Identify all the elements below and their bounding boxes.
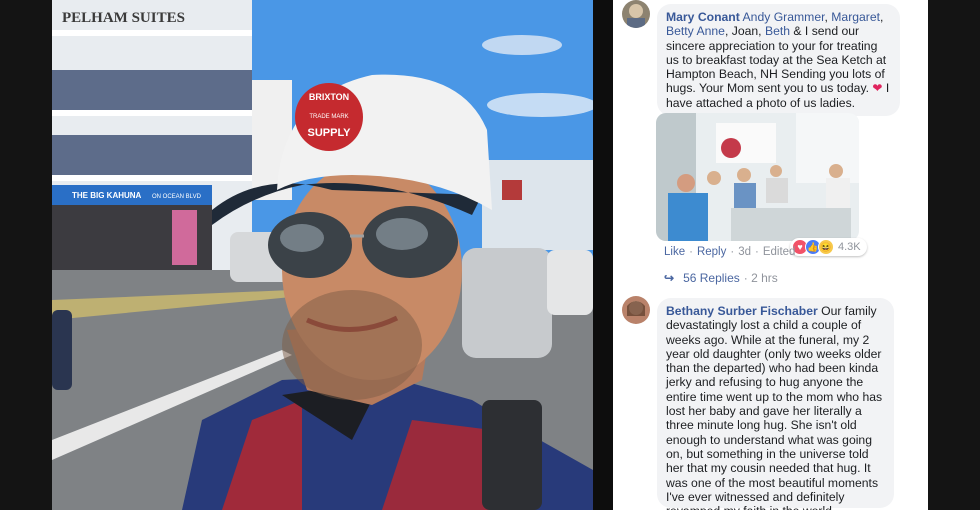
- cap-patch-mid-text: TRADE MARK: [309, 114, 348, 120]
- replies-time: · 2 hrs: [743, 271, 778, 285]
- comment-time[interactable]: 3d: [738, 246, 751, 258]
- shop-sign: THE BIG KAHUNA: [72, 191, 142, 200]
- heart-icon: ❤: [872, 81, 883, 96]
- tag-andy-grammer[interactable]: Andy Grammer: [743, 10, 825, 24]
- left-margin: [0, 0, 52, 510]
- divider: [593, 0, 613, 510]
- action-separator: ·: [730, 246, 735, 258]
- comments-panel: Mary Conant Andy Grammer, Margaret, Bett…: [613, 0, 928, 510]
- comment-sep-1: ,: [824, 10, 828, 24]
- shop-sign-2: ON OCEAN BLVD: [152, 194, 202, 200]
- haha-reaction-icon: 😆: [818, 239, 834, 255]
- comment-author-2[interactable]: Bethany Surber Fischaber: [666, 304, 818, 318]
- reply-link[interactable]: Reply: [697, 246, 726, 258]
- tag-margaret[interactable]: Margaret: [831, 10, 880, 24]
- comment-bubble-2: Bethany Surber Fischaber Our family deva…: [657, 298, 894, 510]
- comment-bubble-1: Mary Conant Andy Grammer, Margaret, Bett…: [657, 4, 900, 117]
- comment-sep-2: ,: [880, 10, 884, 24]
- post-photo[interactable]: BRIXTON TRADE MARK SUPPLY PELHAM SUITES …: [52, 0, 593, 510]
- replies-count: 56 Replies: [683, 271, 740, 285]
- reaction-count: 4.3K: [838, 241, 861, 253]
- avatar-mary-image: [622, 0, 650, 28]
- reactions-summary[interactable]: ♥ 👍 😆 4.3K: [790, 238, 867, 256]
- right-margin: [928, 0, 980, 510]
- selfie-illustration: BRIXTON TRADE MARK SUPPLY PELHAM SUITES …: [52, 0, 593, 510]
- avatar-mary[interactable]: [622, 0, 650, 28]
- tag-betty-anne[interactable]: Betty Anne: [666, 24, 725, 38]
- comment-text-2: Our family devastatingly lost a child a …: [666, 304, 883, 510]
- edited-label[interactable]: Edited: [763, 246, 796, 258]
- tag-beth[interactable]: Beth: [765, 24, 790, 38]
- comment-mid-text: , Joan,: [724, 24, 765, 39]
- attached-photo-image: [656, 113, 859, 241]
- cap-patch-top-text: BRIXTON: [309, 92, 349, 102]
- attached-photo[interactable]: [656, 113, 859, 241]
- comment-author-1[interactable]: Mary Conant: [666, 10, 740, 24]
- cap-patch-bottom-text: SUPPLY: [307, 127, 351, 139]
- replies-link[interactable]: ↪ 56 Replies · 2 hrs: [664, 271, 778, 285]
- like-link[interactable]: Like: [664, 246, 685, 258]
- replies-arrow-icon: ↪: [664, 271, 675, 285]
- hotel-sign: PELHAM SUITES: [62, 10, 185, 26]
- avatar-bethany[interactable]: [622, 296, 650, 324]
- action-separator: ·: [689, 246, 693, 258]
- avatar-bethany-image: [622, 296, 650, 324]
- comment-actions-1: Like · Reply · 3d · Edited: [664, 246, 795, 258]
- action-separator: ·: [755, 246, 759, 258]
